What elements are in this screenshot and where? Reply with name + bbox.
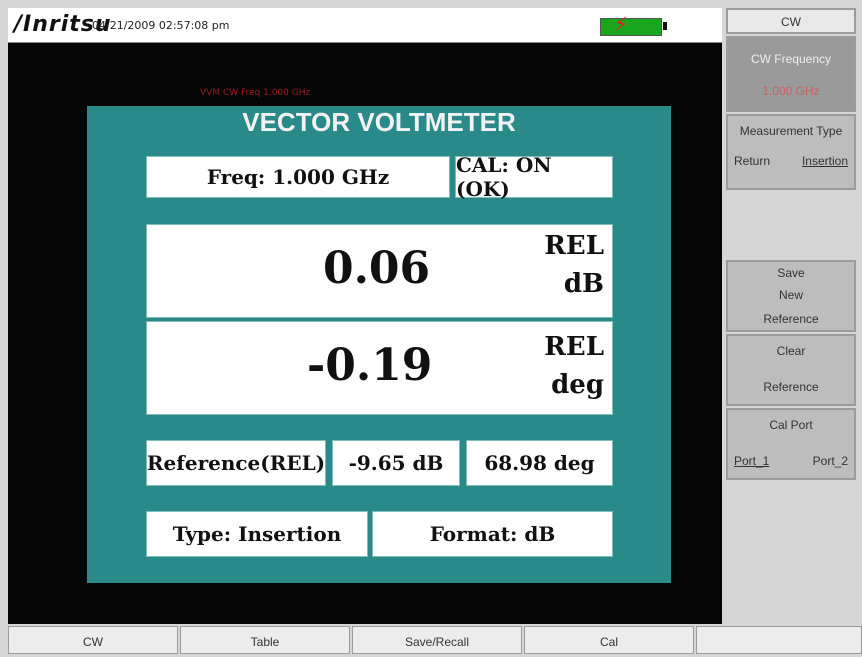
save-new-reference-softkey[interactable]: Save New Reference <box>726 260 856 332</box>
phase-readout: -0.19 REL deg <box>146 321 613 415</box>
frequency-display: Freq: 1.000 GHz <box>146 156 450 198</box>
panel-title: VECTOR VOLTMETER <box>242 107 516 137</box>
measurement-type-return: Return <box>734 154 771 168</box>
phase-value: -0.19 <box>307 340 433 391</box>
cal-port-1: Port_1 <box>734 454 770 468</box>
cw-frequency-label: CW Frequency <box>750 52 832 66</box>
cw-frequency-value: 1.000 GHz <box>762 84 820 98</box>
cal-port-2: Port_2 <box>812 454 848 468</box>
softkey-menu: CW CW Frequency 1.000 GHz Measurement Ty… <box>724 8 862 628</box>
menu-empty[interactable] <box>696 626 862 654</box>
battery-icon <box>600 18 662 36</box>
magnitude-unit-rel: REL <box>544 231 604 261</box>
cal-status-display: CAL: ON (OK) <box>455 153 613 201</box>
instrument-screen: /Inritsu 04/21/2009 02:57:08 pm ⚡ VVM CW… <box>8 8 722 624</box>
battery-tip-icon <box>663 22 667 30</box>
status-bar: /Inritsu 04/21/2009 02:57:08 pm ⚡ <box>8 8 722 43</box>
measurement-type-insertion: Insertion <box>801 154 848 168</box>
reference-label: Reference(REL) <box>146 440 326 486</box>
menu-save-recall[interactable]: Save/Recall <box>352 626 522 654</box>
magnitude-unit: dB <box>563 269 604 299</box>
softkey-menu-title: CW <box>726 8 856 34</box>
bottom-menu-bar: CW Table Save/Recall Cal <box>8 626 862 654</box>
charging-bolt-icon: ⚡ <box>614 12 629 36</box>
reference-db: -9.65 dB <box>332 440 460 486</box>
measurement-type-label: Measurement Type <box>739 124 843 138</box>
cal-port-softkey[interactable]: Cal Port Port_1 Port_2 <box>726 408 856 480</box>
date-time: 04/21/2009 02:57:08 pm <box>92 19 230 32</box>
magnitude-readout: 0.06 REL dB <box>146 224 613 318</box>
faint-cw-freq-label: VVM CW Freq 1.000 GHz <box>200 88 311 98</box>
menu-cw[interactable]: CW <box>8 626 178 654</box>
cal-port-label: Cal Port <box>769 418 813 432</box>
type-display: Type: Insertion <box>146 511 368 557</box>
cw-frequency-softkey[interactable]: CW Frequency 1.000 GHz <box>726 36 856 112</box>
clear-reference-softkey[interactable]: Clear Reference <box>726 334 856 406</box>
phase-unit: deg <box>551 370 604 400</box>
menu-table[interactable]: Table <box>180 626 350 654</box>
magnitude-value: 0.06 <box>323 243 431 294</box>
format-display: Format: dB <box>372 511 613 557</box>
reference-deg: 68.98 deg <box>466 440 613 486</box>
menu-cal[interactable]: Cal <box>524 626 694 654</box>
vector-voltmeter-panel: VECTOR VOLTMETER Freq: 1.000 GHz CAL: ON… <box>87 106 671 583</box>
phase-unit-rel: REL <box>544 332 604 362</box>
measurement-type-softkey[interactable]: Measurement Type Return Insertion <box>726 114 856 190</box>
